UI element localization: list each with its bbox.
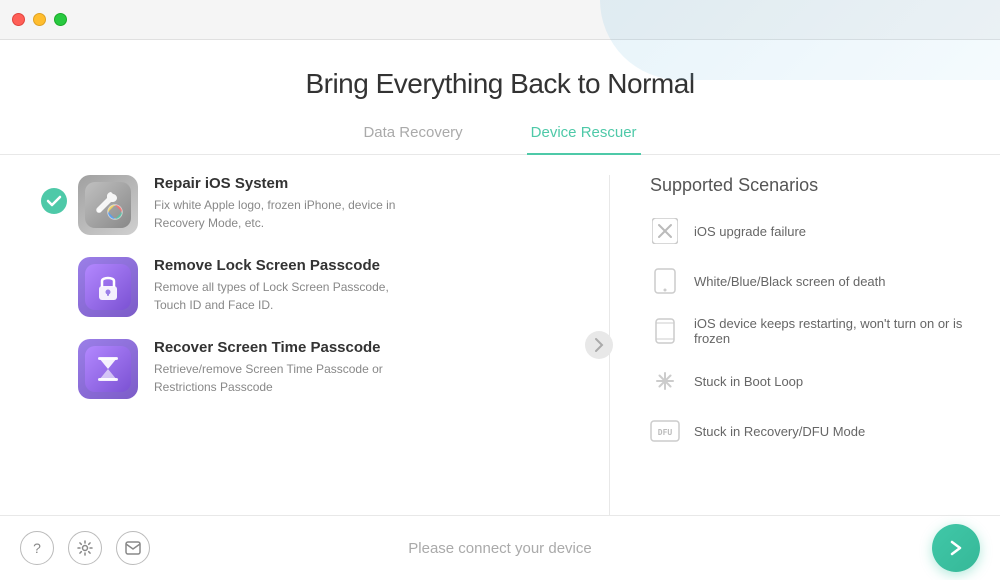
feature-remove-lock[interactable]: Remove Lock Screen Passcode Remove all t… — [40, 257, 579, 317]
main-content: Bring Everything Back to Normal Data Rec… — [0, 40, 1000, 580]
scenario-ios-upgrade: iOS upgrade failure — [650, 216, 970, 246]
nav-arrow[interactable] — [585, 331, 613, 359]
wrench-icon — [650, 366, 680, 396]
scenario-restarting: iOS device keeps restarting, won't turn … — [650, 316, 970, 346]
phone-icon — [650, 266, 680, 296]
scenario-dfu-text: Stuck in Recovery/DFU Mode — [694, 424, 865, 439]
screen-time-desc: Retrieve/remove Screen Time Passcode orR… — [154, 360, 383, 396]
scenario-restarting-text: iOS device keeps restarting, won't turn … — [694, 316, 970, 346]
header: Bring Everything Back to Normal Data Rec… — [0, 40, 1000, 155]
right-panel: Supported Scenarios iOS upgrade failure — [620, 175, 1000, 515]
scenario-screen-death: White/Blue/Black screen of death — [650, 266, 970, 296]
help-button[interactable]: ? — [20, 531, 54, 565]
tab-bar: Data Recovery Device Rescuer — [0, 116, 1000, 155]
icon-timer — [78, 339, 138, 399]
check-remove-lock — [40, 269, 68, 297]
screen-time-text: Recover Screen Time Passcode Retrieve/re… — [154, 339, 383, 396]
tab-device-rescuer[interactable]: Device Rescuer — [527, 116, 641, 155]
footer-actions: ? — [20, 531, 150, 565]
gear-icon — [77, 540, 93, 556]
email-button[interactable] — [116, 531, 150, 565]
scenario-dfu: DFU Stuck in Recovery/DFU Mode — [650, 416, 970, 446]
remove-lock-desc: Remove all types of Lock Screen Passcode… — [154, 278, 389, 314]
scenarios-title: Supported Scenarios — [650, 175, 970, 196]
repair-ios-desc: Fix white Apple logo, frozen iPhone, dev… — [154, 196, 395, 232]
remove-lock-text: Remove Lock Screen Passcode Remove all t… — [154, 257, 389, 314]
next-arrow-icon — [946, 538, 966, 558]
x-icon — [650, 216, 680, 246]
icon-tools — [78, 175, 138, 235]
screen-time-title: Recover Screen Time Passcode — [154, 339, 383, 356]
tab-data-recovery[interactable]: Data Recovery — [359, 116, 466, 155]
left-panel: Repair iOS System Fix white Apple logo, … — [0, 175, 599, 515]
icon-lock — [78, 257, 138, 317]
content-area: Repair iOS System Fix white Apple logo, … — [0, 155, 1000, 515]
help-icon: ? — [33, 540, 41, 556]
connect-text: Please connect your device — [408, 540, 591, 557]
scenario-boot-loop: Stuck in Boot Loop — [650, 366, 970, 396]
titlebar — [0, 0, 1000, 40]
feature-repair-ios[interactable]: Repair iOS System Fix white Apple logo, … — [40, 175, 579, 235]
check-screen-time — [40, 351, 68, 379]
minimize-button[interactable] — [33, 13, 46, 26]
footer: ? Please connect your device — [0, 515, 1000, 580]
scenario-ios-upgrade-text: iOS upgrade failure — [694, 224, 806, 239]
email-icon — [125, 541, 141, 555]
phone-icon2 — [650, 316, 680, 346]
feature-screen-time[interactable]: Recover Screen Time Passcode Retrieve/re… — [40, 339, 579, 399]
scenario-boot-loop-text: Stuck in Boot Loop — [694, 374, 803, 389]
svg-text:DFU: DFU — [658, 428, 673, 437]
next-button[interactable] — [932, 524, 980, 572]
dfu-icon: DFU — [650, 416, 680, 446]
repair-ios-title: Repair iOS System — [154, 175, 395, 192]
remove-lock-title: Remove Lock Screen Passcode — [154, 257, 389, 274]
check-repair-ios — [40, 187, 68, 215]
close-button[interactable] — [12, 13, 25, 26]
scenario-screen-death-text: White/Blue/Black screen of death — [694, 274, 886, 289]
page-title: Bring Everything Back to Normal — [0, 68, 1000, 100]
repair-ios-text: Repair iOS System Fix white Apple logo, … — [154, 175, 395, 232]
maximize-button[interactable] — [54, 13, 67, 26]
settings-button[interactable] — [68, 531, 102, 565]
